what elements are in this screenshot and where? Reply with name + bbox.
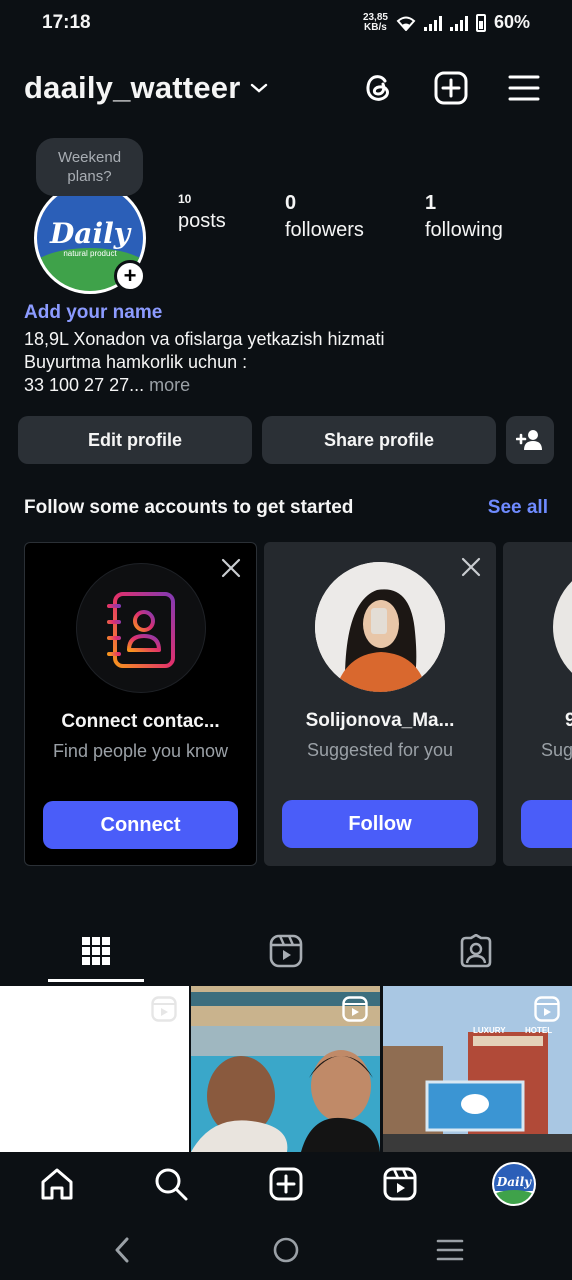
- signal-2-icon: [449, 15, 468, 31]
- suggestion-card-partial: 9 Sug: [503, 542, 572, 866]
- network-speed: 23,85 KB/s: [362, 11, 388, 33]
- suggestion-card-user: Solijonova_Ma... Suggested for you Follo…: [264, 542, 496, 866]
- share-profile-button[interactable]: Share profile: [262, 416, 496, 464]
- profile-avatar-small: Daily: [492, 1162, 536, 1206]
- connect-button[interactable]: Connect: [43, 801, 238, 849]
- more-link[interactable]: more: [144, 375, 190, 395]
- home-circle-icon: [273, 1237, 299, 1263]
- discover-people-button[interactable]: [506, 416, 554, 464]
- create-post-icon[interactable]: [431, 68, 471, 108]
- card-subtitle: Find people you know: [52, 741, 229, 761]
- follow-button[interactable]: [521, 800, 572, 848]
- tab-tagged[interactable]: [428, 922, 524, 980]
- follow-button[interactable]: Follow: [282, 800, 478, 848]
- card-subtitle: Sug: [541, 740, 572, 760]
- close-icon[interactable]: [220, 557, 242, 579]
- system-home-button[interactable]: [266, 1232, 306, 1268]
- contacts-icon: [75, 563, 206, 693]
- nav-create[interactable]: [264, 1162, 308, 1206]
- nav-home[interactable]: [35, 1162, 79, 1206]
- reels-icon: [383, 1167, 417, 1201]
- grid-post-1[interactable]: [0, 986, 189, 1152]
- reel-badge-icon: [534, 996, 560, 1022]
- profile-avatar[interactable]: Daily natural product +: [34, 182, 146, 294]
- grid-icon: [82, 937, 110, 965]
- system-back-button[interactable]: [102, 1232, 142, 1268]
- tagged-person-icon: [460, 934, 492, 968]
- back-icon: [115, 1237, 129, 1263]
- nav-profile[interactable]: Daily: [492, 1162, 536, 1206]
- add-name-link[interactable]: Add your name: [24, 302, 162, 324]
- reels-icon: [269, 934, 303, 968]
- user-avatar: [553, 562, 572, 692]
- signal-1-icon: [423, 15, 442, 31]
- chevron-down-icon: [251, 83, 268, 93]
- tab-reels[interactable]: [238, 922, 334, 980]
- battery-percent: 60%: [493, 12, 530, 32]
- note-bubble[interactable]: Weekend plans?: [36, 138, 143, 196]
- system-recents-button[interactable]: [430, 1232, 470, 1268]
- user-avatar: [315, 562, 445, 692]
- tab-posts-grid[interactable]: [48, 922, 144, 980]
- hotel-sign-hotel: HOTEL: [525, 1026, 553, 1035]
- posts-stat: 10 posts: [178, 192, 226, 232]
- wifi-icon: [396, 16, 416, 31]
- recents-icon: [436, 1239, 464, 1261]
- grid-post-2[interactable]: [191, 986, 380, 1152]
- close-icon[interactable]: [460, 556, 482, 578]
- active-tab-indicator: [48, 979, 144, 982]
- menu-icon[interactable]: [504, 68, 544, 108]
- search-icon: [155, 1168, 188, 1201]
- status-time: 17:18: [42, 12, 91, 33]
- username-switcher[interactable]: daaily_watteer: [24, 70, 268, 106]
- bio: 18,9L Xonadon va ofislarga yetkazish hiz…: [24, 329, 385, 395]
- grid-post-3[interactable]: LUXURY HOTEL: [383, 986, 572, 1152]
- reel-badge-icon: [342, 996, 368, 1022]
- nav-reels[interactable]: [378, 1162, 422, 1206]
- username: daaily_watteer: [24, 70, 241, 105]
- status-icons: 23,85 KB/s 60%: [363, 12, 530, 33]
- following-stat[interactable]: 1 following: [425, 192, 503, 242]
- home-icon: [41, 1168, 73, 1200]
- add-story-icon[interactable]: +: [114, 260, 146, 292]
- hotel-sign-luxury: LUXURY: [473, 1026, 506, 1035]
- card-title: Solijonova_Ma...: [305, 710, 455, 731]
- see-all-link[interactable]: See all: [488, 497, 548, 519]
- battery-icon: [475, 13, 486, 32]
- followers-stat[interactable]: 0 followers: [285, 192, 364, 242]
- suggestion-card-connect: Connect contac... Find people you know C…: [24, 542, 257, 866]
- card-title: Connect contac...: [61, 711, 220, 732]
- edit-profile-button[interactable]: Edit profile: [18, 416, 252, 464]
- threads-icon[interactable]: [358, 68, 398, 108]
- create-icon: [269, 1167, 303, 1201]
- nav-search[interactable]: [149, 1162, 193, 1206]
- reel-badge-icon: [151, 996, 177, 1022]
- card-subtitle: Suggested for you: [306, 740, 454, 760]
- add-person-icon: [516, 430, 542, 450]
- card-title: 9: [565, 710, 572, 731]
- suggestions-title: Follow some accounts to get started: [24, 497, 354, 518]
